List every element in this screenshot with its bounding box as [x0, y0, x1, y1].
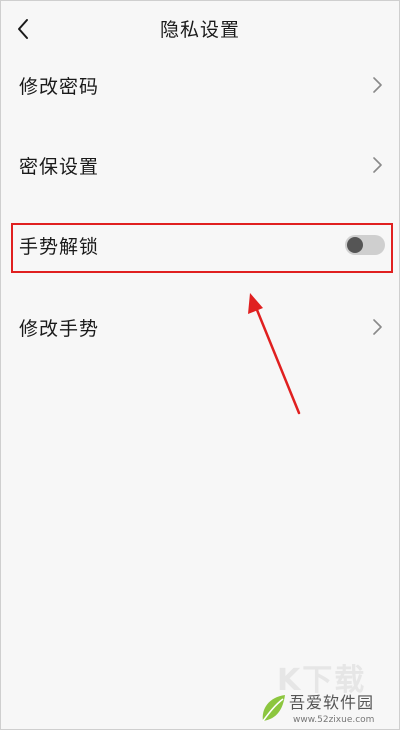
settings-item-label: 密保设置 — [19, 155, 100, 178]
watermark-ghost-text: K下载 — [277, 663, 367, 698]
screen: 隐私设置 修改密码 密保设置 手势解锁 修改手势 K下载 吾爱软件园 www.5… — [0, 0, 400, 730]
settings-item-change-gesture[interactable]: 修改手势 — [1, 289, 399, 365]
toggle-knob — [347, 237, 363, 253]
watermark-brand: 吾爱软件园 — [289, 693, 375, 712]
page-title: 隐私设置 — [159, 19, 240, 41]
settings-item-label: 修改密码 — [19, 75, 100, 98]
chevron-right-icon — [373, 77, 382, 93]
watermark: K下载 吾爱软件园 www.52zixue.com — [259, 661, 389, 725]
settings-item-change-password[interactable]: 修改密码 — [1, 47, 399, 123]
settings-item-label: 修改手势 — [19, 317, 100, 340]
chevron-right-icon — [373, 319, 382, 335]
settings-item-gesture-unlock[interactable]: 手势解锁 — [1, 207, 399, 283]
leaf-logo-icon — [262, 695, 285, 722]
gesture-unlock-toggle[interactable] — [345, 235, 385, 255]
settings-item-label: 手势解锁 — [19, 235, 100, 258]
watermark-url: www.52zixue.com — [293, 715, 375, 725]
settings-item-security-questions[interactable]: 密保设置 — [1, 127, 399, 203]
chevron-right-icon — [373, 157, 382, 173]
